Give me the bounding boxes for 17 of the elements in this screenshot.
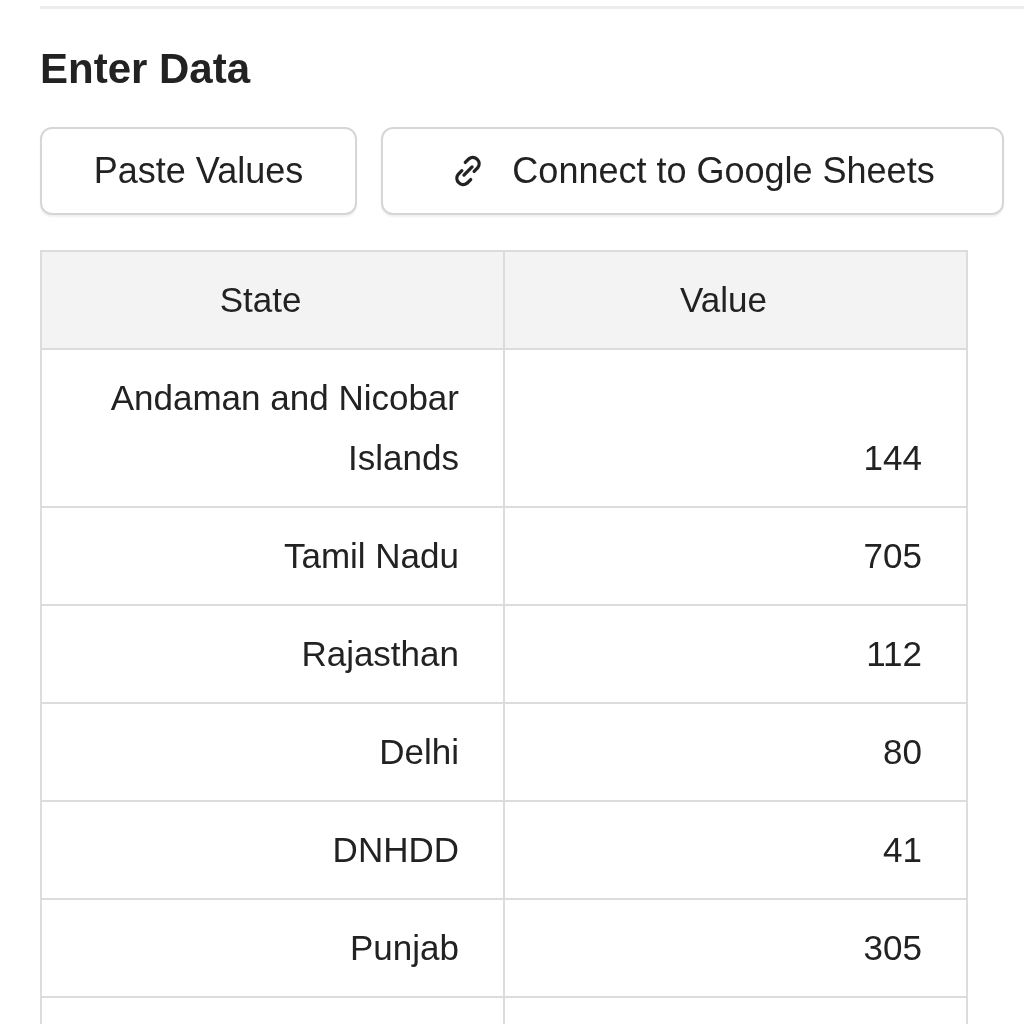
table-cell: 144 bbox=[504, 349, 967, 507]
table-cell: Andaman and Nicobar Islands bbox=[41, 349, 504, 507]
column-header: Value bbox=[504, 251, 967, 349]
table-cell: Tamil Nadu bbox=[41, 507, 504, 605]
section-title: Enter Data bbox=[40, 44, 251, 94]
table-cell: 305 bbox=[504, 899, 967, 997]
table-cell: Delhi bbox=[41, 703, 504, 801]
table-cell: Rajasthan bbox=[41, 605, 504, 703]
column-header: State bbox=[41, 251, 504, 349]
paste-button[interactable]: Paste Values bbox=[40, 127, 357, 215]
table-cell: 41 bbox=[504, 801, 967, 899]
table-cell: DNHDD bbox=[41, 801, 504, 899]
connect-button[interactable]: Connect to Google Sheets bbox=[381, 127, 1004, 215]
table-cell: 80 bbox=[504, 703, 967, 801]
table-cell: Punjab bbox=[41, 899, 504, 997]
table-cell: 705 bbox=[504, 507, 967, 605]
table-cell: 112 bbox=[504, 605, 967, 703]
